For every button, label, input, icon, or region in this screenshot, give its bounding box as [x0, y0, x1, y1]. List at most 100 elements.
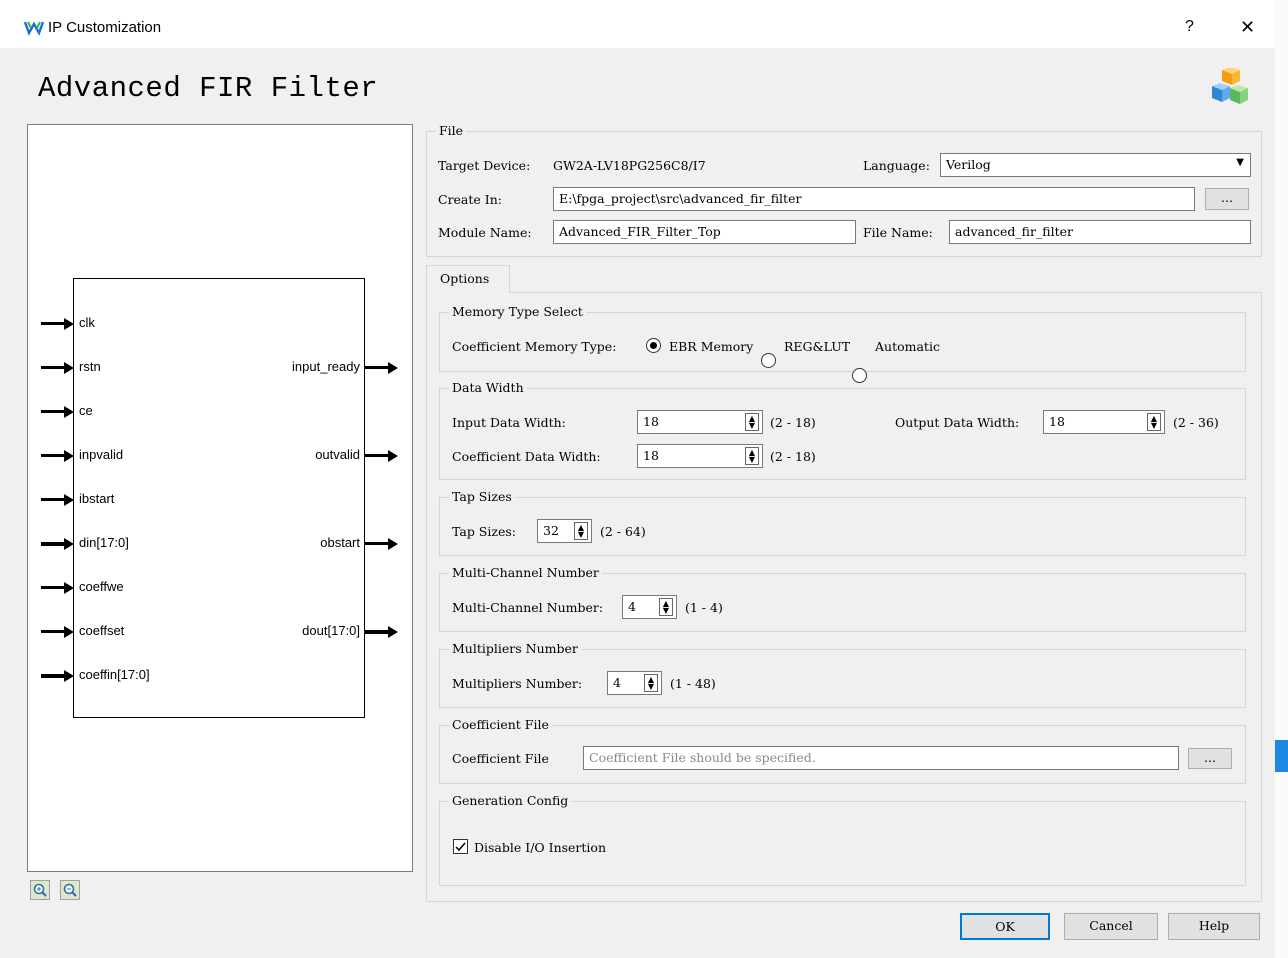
spinner-arrows-icon[interactable]: ▲ ▼: [659, 598, 673, 616]
arrowhead-icon: [64, 582, 74, 594]
multi-channel-legend: Multi-Channel Number: [449, 565, 602, 580]
output-data-width-range: (2 - 36): [1173, 415, 1219, 430]
arrowhead-icon: [64, 362, 74, 374]
tap-sizes-spinbox[interactable]: 32 ▲ ▼: [537, 519, 592, 543]
coefficient-file-input[interactable]: Coefficient File should be specified.: [583, 746, 1179, 770]
data-width-legend: Data Width: [449, 380, 527, 395]
radio-automatic-label: Automatic: [875, 339, 940, 354]
output-pin-arrow: [365, 454, 389, 457]
multipliers-spinbox[interactable]: 4 ▲ ▼: [607, 671, 662, 695]
input-pin-label: ibstart: [79, 491, 115, 506]
target-device-value: GW2A-LV18PG256C8/I7: [553, 158, 706, 173]
multi-channel-label: Multi-Channel Number:: [452, 600, 604, 615]
data-width-group: [439, 388, 1246, 480]
input-pin-label: coeffwe: [79, 579, 124, 594]
spinner-arrows-icon[interactable]: ▲ ▼: [1147, 413, 1161, 431]
input-pin-label: coeffin[17:0]: [79, 667, 150, 682]
input-data-width-spinbox[interactable]: 18 ▲ ▼: [637, 410, 763, 434]
tap-sizes-range: (2 - 64): [600, 524, 646, 539]
radio-ebr-memory[interactable]: [646, 338, 661, 353]
radio-automatic[interactable]: [852, 368, 867, 383]
arrowhead-icon: [388, 626, 398, 638]
spinner-arrows-icon[interactable]: ▲ ▼: [745, 413, 759, 431]
input-pin-arrow: [41, 454, 65, 457]
coefficient-data-width-range: (2 - 18): [770, 449, 816, 464]
coefficient-data-width-value: 18: [643, 448, 659, 463]
coefficient-data-width-label: Coefficient Data Width:: [452, 449, 601, 464]
tap-sizes-legend: Tap Sizes: [449, 489, 515, 504]
output-data-width-spinbox[interactable]: 18 ▲ ▼: [1043, 410, 1165, 434]
output-pin-label: outvalid: [315, 447, 360, 462]
arrowhead-icon: [64, 670, 74, 682]
input-data-width-value: 18: [643, 414, 659, 429]
arrowhead-icon: [64, 494, 74, 506]
spinner-arrows-icon[interactable]: ▲ ▼: [574, 522, 588, 540]
ip-cubes-icon: [1212, 68, 1248, 104]
input-pin-label: rstn: [79, 359, 101, 374]
input-data-width-range: (2 - 18): [770, 415, 816, 430]
file-legend: File: [436, 123, 467, 138]
block-symbol: [73, 278, 365, 718]
input-data-width-label: Input Data Width:: [452, 415, 566, 430]
tap-sizes-value: 32: [543, 523, 559, 538]
block-diagram-panel: clk rstn ce inpvalid ibstart din[17:0] coeffwe…: [27, 124, 413, 872]
coefficient-file-browse-button[interactable]: ...: [1188, 748, 1232, 769]
input-pin-arrow: [41, 410, 65, 413]
arrowhead-icon: [388, 450, 398, 462]
input-pin-label: ce: [79, 403, 93, 418]
output-pin-label: dout[17:0]: [302, 623, 360, 638]
tap-sizes-label: Tap Sizes:: [452, 524, 516, 539]
input-pin-arrow: [41, 674, 65, 678]
create-in-label: Create In:: [438, 192, 502, 207]
arrowhead-icon: [64, 406, 74, 418]
arrowhead-icon: [388, 538, 398, 550]
output-pin-arrow: [365, 366, 389, 369]
memory-type-legend: Memory Type Select: [449, 304, 586, 319]
coefficient-data-width-spinbox[interactable]: 18 ▲ ▼: [637, 444, 763, 468]
multi-channel-value: 4: [628, 599, 636, 614]
coefficient-file-label: Coefficient File: [452, 751, 549, 766]
multi-channel-spinbox[interactable]: 4 ▲ ▼: [622, 595, 677, 619]
window-title: IP Customization: [48, 19, 162, 36]
multi-channel-range: (1 - 4): [685, 600, 723, 615]
spinner-arrows-icon[interactable]: ▲ ▼: [745, 447, 759, 465]
coefficient-file-legend: Coefficient File: [449, 717, 552, 732]
input-pin-arrow: [41, 542, 65, 546]
ok-button[interactable]: OK: [960, 913, 1050, 940]
create-in-browse-button[interactable]: ...: [1205, 188, 1249, 210]
cancel-button[interactable]: Cancel: [1064, 913, 1158, 940]
module-name-input[interactable]: Advanced_FIR_Filter_Top: [553, 220, 856, 244]
title-bar: IP Customization ? ✕: [0, 0, 1275, 48]
page-title: Advanced FIR Filter: [38, 72, 379, 105]
background-window: [1275, 0, 1288, 958]
input-pin-arrow: [41, 498, 65, 501]
input-pin-arrow: [41, 586, 65, 589]
radio-reglut-label: REG&LUT: [784, 339, 851, 354]
input-pin-arrow: [41, 630, 65, 633]
chevron-down-icon: ▼: [1236, 157, 1244, 168]
target-device-label: Target Device:: [438, 158, 531, 173]
language-value: Verilog: [946, 157, 991, 172]
output-pin-arrow: [365, 542, 389, 545]
checkmark-icon: [455, 842, 466, 852]
tab-options[interactable]: Options: [426, 265, 510, 293]
input-pin-label: inpvalid: [79, 447, 124, 462]
radio-reglut[interactable]: [761, 353, 776, 368]
file-name-input[interactable]: advanced_fir_filter: [949, 220, 1251, 244]
input-pin-label: clk: [79, 315, 95, 330]
zoom-out-icon[interactable]: [60, 880, 80, 900]
help-button[interactable]: Help: [1168, 913, 1260, 940]
create-in-input[interactable]: E:\fpga_project\src\advanced_fir_filter: [553, 187, 1195, 211]
language-select[interactable]: Verilog ▼: [940, 153, 1251, 177]
multipliers-value: 4: [613, 675, 621, 690]
multipliers-label: Multipliers Number:: [452, 676, 583, 691]
spinner-arrows-icon[interactable]: ▲ ▼: [644, 674, 658, 692]
help-title-button[interactable]: ?: [1185, 18, 1194, 36]
close-button[interactable]: ✕: [1240, 17, 1255, 38]
arrowhead-icon: [64, 318, 74, 330]
background-window-edge: [1275, 740, 1288, 772]
zoom-in-icon[interactable]: [30, 880, 50, 900]
disable-io-checkbox[interactable]: [453, 839, 468, 854]
disable-io-label: Disable I/O Insertion: [474, 840, 607, 855]
output-data-width-value: 18: [1049, 414, 1065, 429]
